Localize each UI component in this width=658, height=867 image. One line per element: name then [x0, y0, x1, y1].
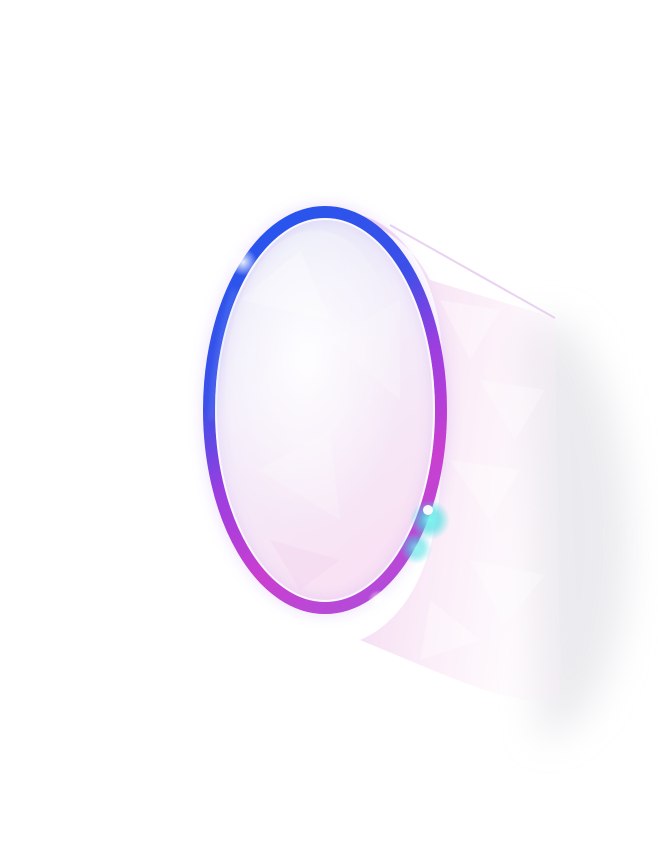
glass-interior [217, 220, 433, 600]
zero-glyph-artwork [0, 0, 658, 867]
zero-glyph-svg [203, 206, 629, 740]
